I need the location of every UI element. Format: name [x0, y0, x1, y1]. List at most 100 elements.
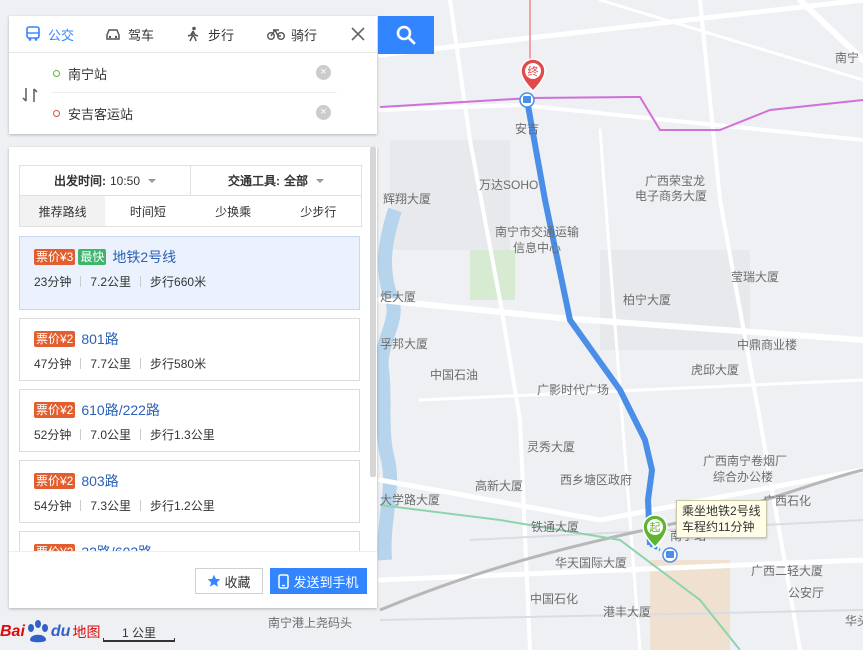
map-poi-label[interactable]: 中国石油 [430, 367, 478, 382]
tooltip-line1: 乘坐地铁2号线 [682, 504, 761, 518]
chevron-down-icon [148, 178, 157, 183]
route-filters: 出发时间: 10:50 交通工具: 全部 推荐路线 时间短 少换乘 少步行 [19, 165, 362, 227]
car-icon [106, 29, 120, 40]
route-distance: 7.3公里 [90, 499, 132, 513]
map-poi-label[interactable]: 南宁港上尧码头 [268, 615, 352, 630]
map-poi-label[interactable]: 广西二轻大厦 [751, 564, 823, 578]
baidu-map-logo[interactable]: Bai du 地图 [0, 620, 100, 644]
map-poi-label[interactable]: 灵秀大厦 [527, 440, 575, 454]
transport-tool-select[interactable]: 交通工具: 全部 [190, 166, 361, 195]
end-field[interactable]: 安吉客运站 × [51, 94, 337, 132]
route-time: 52分钟 [34, 428, 72, 442]
map-poi-label[interactable]: 安吉 [515, 121, 539, 136]
map-poi-label[interactable]: 柏宁大厦 [623, 292, 671, 307]
map-poi-label[interactable]: 虎邱大厦 [691, 363, 739, 377]
results-scrollbar[interactable] [370, 147, 376, 477]
route-walk: 步行660米 [150, 275, 207, 289]
map-poi-label[interactable]: 广西荣宝龙 [645, 174, 705, 188]
sort-fewer-transfers[interactable]: 少换乘 [191, 196, 276, 226]
tab-walk-label: 步行 [207, 27, 234, 43]
price-badge: 票价¥2 [34, 473, 76, 489]
price-badge: 票价¥3 [34, 249, 76, 265]
route-time: 47分钟 [34, 357, 72, 371]
map-scale: 1 公里 [103, 624, 175, 642]
route-distance: 7.7公里 [90, 357, 132, 371]
map-poi-label[interactable]: 公安厅 [788, 585, 824, 600]
map-poi-label[interactable]: 中鼎商业楼 [737, 337, 797, 352]
map-poi-label[interactable]: 莹瑞大厦 [731, 270, 779, 284]
route-time: 54分钟 [34, 499, 72, 513]
phone-icon [278, 573, 290, 589]
tab-walk[interactable]: 步行 [169, 16, 249, 52]
route-name: 地铁2号线 [112, 249, 177, 265]
depart-value: 10:50 [109, 173, 141, 188]
map-poi-label[interactable]: 广西南宁卷烟厂 [703, 453, 787, 468]
chevron-down-icon [316, 178, 324, 183]
send-to-phone-button[interactable]: 发送到手机 [270, 568, 367, 594]
map-poi-label[interactable]: 港丰大厦 [603, 605, 651, 619]
map-poi-label[interactable]: 大学路大厦 [380, 492, 440, 507]
tab-bus[interactable]: 公交 [9, 16, 89, 52]
clear-start-icon[interactable]: × [316, 65, 331, 80]
walk-icon [187, 26, 199, 42]
start-field-value: 南宁站 [68, 66, 108, 82]
result-actions: 收藏 发送到手机 [9, 551, 377, 608]
price-badge: 票价¥2 [34, 331, 76, 347]
end-field-value: 安吉客运站 [68, 106, 134, 122]
favorite-label: 收藏 [224, 574, 251, 590]
route-item[interactable]: 票价¥2 610路/222路 52分钟 7.0公里 步行1.3公里 [19, 389, 360, 452]
logo-du: du [50, 623, 71, 640]
map-poi-label[interactable]: 华天国际大厦 [555, 556, 627, 570]
bus-icon [26, 26, 40, 41]
route-distance: 7.0公里 [90, 428, 132, 442]
start-dot-icon [53, 69, 60, 77]
route-walk: 步行1.3公里 [150, 428, 215, 442]
logo-map-text: 地图 [72, 624, 101, 640]
route-name: 610路/222路 [81, 402, 160, 418]
route-item[interactable]: 票价¥2 801路 47分钟 7.7公里 步行580米 [19, 318, 360, 381]
route-item[interactable]: 票价¥2 803路 54分钟 7.3公里 步行1.2公里 [19, 460, 360, 523]
close-icon[interactable] [349, 25, 367, 43]
tab-bike-label: 骑行 [290, 27, 317, 43]
swap-icon[interactable] [21, 86, 39, 104]
depart-time-select[interactable]: 出发时间: 10:50 [20, 166, 190, 195]
favorite-button[interactable]: 收藏 [195, 568, 263, 594]
map-poi-label[interactable]: 万达SOHO [479, 178, 538, 192]
tab-bike[interactable]: 骑行 [249, 16, 335, 52]
map-poi-label[interactable]: 辉翔大厦 [383, 192, 431, 206]
map-poi-label[interactable]: 电子商务大厦 [635, 188, 707, 203]
sort-shortest-time[interactable]: 时间短 [105, 196, 190, 226]
map-poi-label[interactable]: 南宁 [835, 50, 859, 65]
map-poi-label[interactable]: 中国石化 [530, 591, 578, 606]
search-button[interactable] [378, 16, 434, 54]
sort-less-walking[interactable]: 少步行 [276, 196, 361, 226]
map-poi-label[interactable]: 高新大厦 [475, 478, 523, 493]
tab-drive[interactable]: 驾车 [89, 16, 169, 52]
map-poi-label[interactable]: 华头 [845, 614, 863, 628]
end-dot-icon [53, 109, 60, 117]
map-poi-label[interactable]: 广影时代广场 [537, 383, 609, 397]
depart-label: 出发时间: [53, 174, 106, 188]
map-poi-label[interactable]: 南宁市交通运输 [495, 224, 579, 239]
map-poi-label[interactable]: 综合办公楼 [713, 469, 773, 484]
start-station-icon [662, 547, 678, 563]
map-poi-label[interactable]: 孚邦大厦 [380, 337, 428, 351]
map-poi-label[interactable]: 广西石化 [763, 494, 811, 508]
route-item[interactable]: 票价¥3 最快 地铁2号线 23分钟 7.2公里 步行660米 [19, 236, 360, 310]
route-time: 23分钟 [34, 275, 72, 289]
star-icon [208, 574, 221, 587]
send-label: 发送到手机 [293, 574, 359, 590]
map-poi-label[interactable]: 西乡塘区政府 [560, 472, 632, 487]
route-segment-tooltip: 乘坐地铁2号线 车程约11分钟 [676, 500, 767, 538]
start-field[interactable]: 南宁站 × [51, 54, 337, 93]
map-poi-label[interactable]: 铁通大厦 [531, 520, 579, 534]
mode-tabs: 公交 驾车 步行 骑行 [9, 16, 377, 53]
tab-bus-label: 公交 [47, 27, 74, 43]
start-marker-label: 起 [650, 521, 661, 534]
route-walk: 步行580米 [150, 357, 207, 371]
map-poi-label[interactable]: 炬大厦 [380, 290, 416, 304]
clear-end-icon[interactable]: × [316, 105, 331, 120]
map-poi-label[interactable]: 信息中心 [513, 240, 561, 255]
sort-recommended[interactable]: 推荐路线 [20, 196, 106, 226]
route-name: 801路 [81, 331, 119, 347]
